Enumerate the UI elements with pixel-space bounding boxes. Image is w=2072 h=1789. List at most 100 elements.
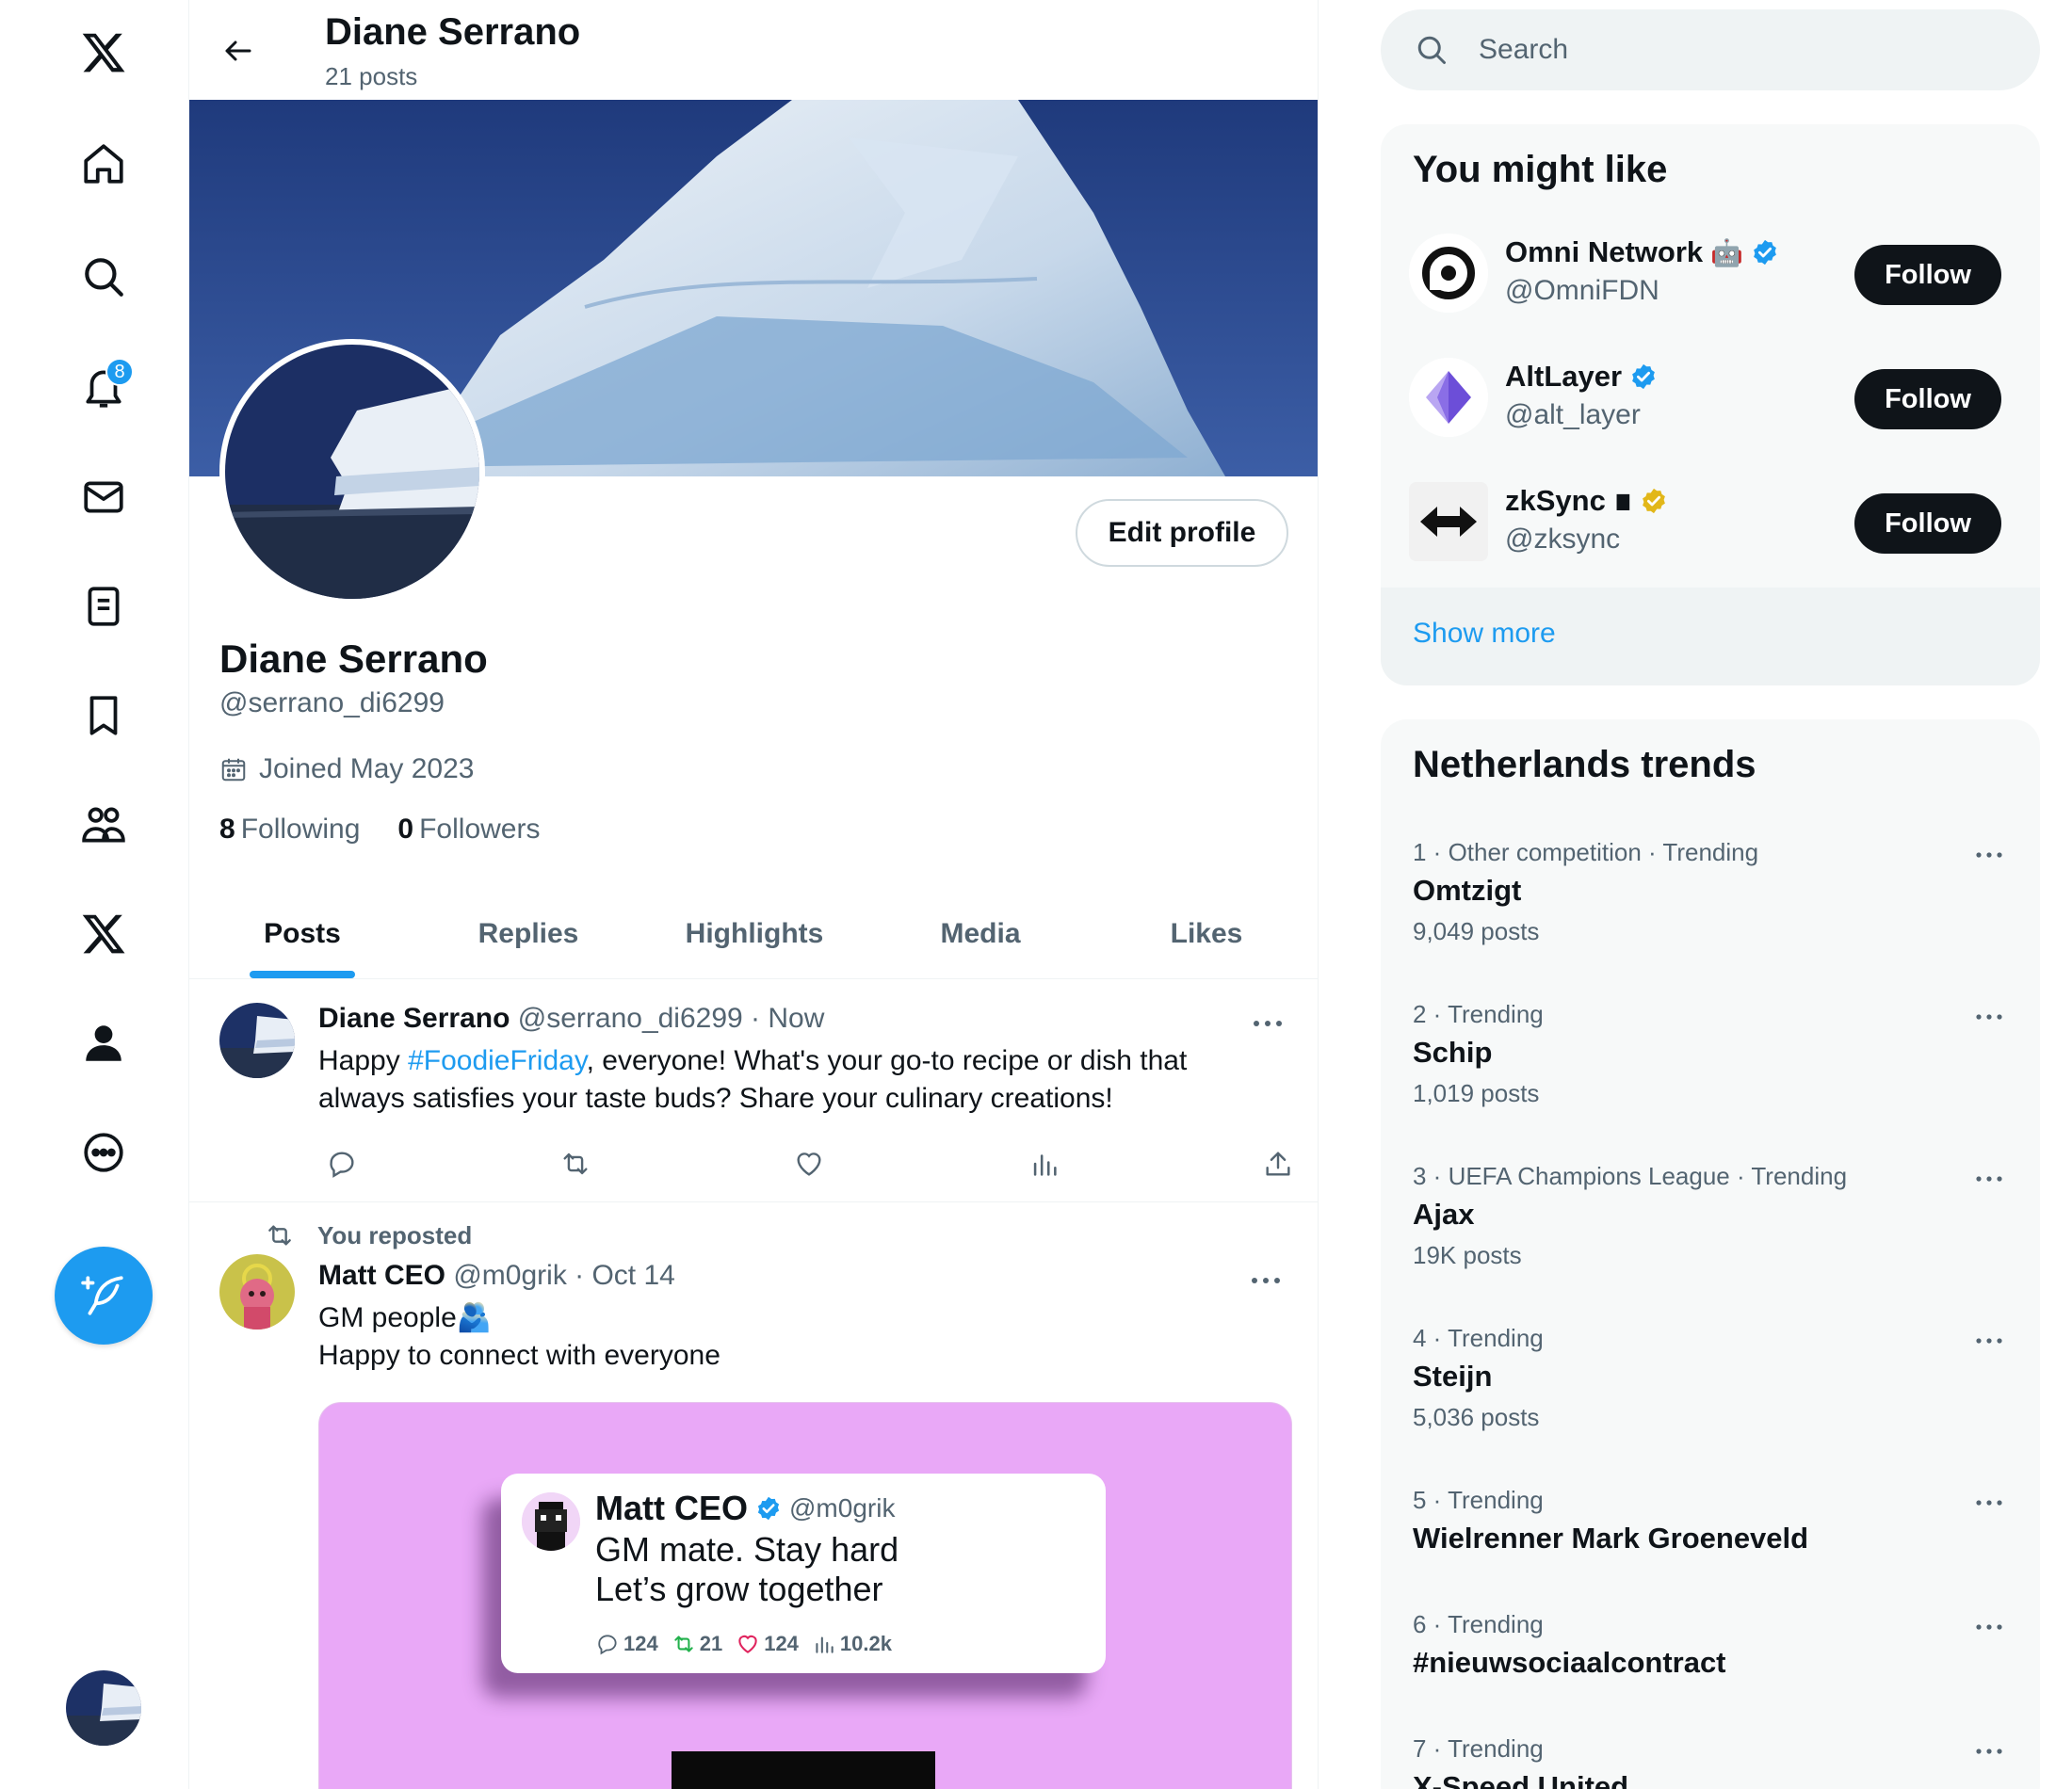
suggestion-avatar[interactable] [1409, 358, 1488, 437]
suggestion-name-text: Omni Network [1505, 235, 1704, 268]
trend-more-icon[interactable] [1968, 1000, 2010, 1034]
suggestion-name-text: zkSync ∎ [1505, 484, 1633, 517]
trend-more-icon[interactable] [1968, 838, 2010, 872]
tab-posts[interactable]: Posts [189, 889, 415, 978]
show-more-row[interactable]: Show more [1381, 588, 2040, 685]
follow-button[interactable]: Follow [1854, 493, 2001, 554]
profile-handle: @serrano_di6299 [219, 687, 445, 718]
more-icon[interactable] [66, 1115, 141, 1190]
trend-meta: 2 · Trending [1413, 1000, 1544, 1028]
post-author-avatar[interactable] [219, 1003, 295, 1078]
views-icon [816, 1636, 834, 1653]
compose-post-button[interactable] [55, 1247, 153, 1345]
trend-item[interactable]: 2 · Trending Schip 1,019 posts [1381, 1000, 2040, 1141]
trend-post-count: 9,049 posts [1413, 917, 1540, 945]
share-icon[interactable] [1255, 1140, 1302, 1187]
post-text-line: GM people🫂 [318, 1302, 493, 1333]
quoted-author-avatar [522, 1492, 580, 1551]
profile-icon[interactable] [66, 1006, 141, 1081]
repost-label: You reposted [317, 1220, 473, 1249]
post-author-name[interactable]: Matt CEO [318, 1260, 445, 1291]
repost-icon[interactable] [552, 1140, 599, 1187]
notifications-badge: 8 [105, 358, 134, 386]
trend-more-icon[interactable] [1968, 1486, 2010, 1520]
trend-item[interactable]: 4 · Trending Steijn 5,036 posts [1381, 1324, 2040, 1465]
search-bar[interactable] [1381, 9, 2040, 90]
post-more-icon[interactable] [1244, 1005, 1291, 1042]
tab-highlights[interactable]: Highlights [641, 889, 867, 978]
tab-likes[interactable]: Likes [1093, 889, 1318, 978]
followers-link[interactable]: 0 Followers [397, 814, 540, 846]
trend-meta: 1 · Other competition · Trending [1413, 838, 1759, 866]
suggestion-name-text: AltLayer [1505, 360, 1623, 393]
verified-org-badge-icon [1643, 488, 1666, 514]
tab-label: Posts [264, 917, 341, 949]
trend-post-count: 19K posts [1413, 1241, 1522, 1269]
quoted-reposts: 21 [699, 1632, 723, 1655]
edit-profile-button[interactable]: Edit profile [1076, 499, 1288, 567]
like-icon[interactable] [785, 1140, 833, 1187]
premium-x-icon[interactable] [66, 896, 141, 972]
tab-replies[interactable]: Replies [415, 889, 641, 978]
follow-stats: 8 Following 0 Followers [219, 814, 540, 846]
reply-icon[interactable] [318, 1140, 365, 1187]
post-text-line: Happy to connect with everyone [318, 1340, 720, 1371]
follow-button[interactable]: Follow [1854, 369, 2001, 429]
lists-icon[interactable] [66, 569, 141, 644]
profile-name: Diane Serrano [219, 637, 488, 681]
home-icon[interactable] [66, 126, 141, 201]
trend-meta: 6 · Trending [1413, 1610, 1544, 1638]
suggestion-name: AltLayer [1505, 360, 1658, 394]
profile-avatar[interactable] [219, 339, 485, 604]
back-arrow-icon[interactable] [208, 21, 268, 81]
views-icon[interactable] [1021, 1140, 1068, 1187]
notifications-icon[interactable]: 8 [66, 350, 141, 426]
quoted-text-line: Let’s grow together [595, 1570, 883, 1608]
suggestion-item[interactable]: zkSync ∎ @zksync Follow [1381, 463, 2040, 586]
trend-meta: 3 · UEFA Champions League · Trending [1413, 1162, 1848, 1190]
trend-item[interactable]: 7 · Trending X-Speed United [1381, 1734, 2040, 1789]
post[interactable]: Diane Serrano @serrano_di6299 · Now Happ… [189, 980, 1318, 1202]
suggestion-handle: @zksync [1505, 524, 1621, 555]
hashtag-link[interactable]: #FoodieFriday [408, 1045, 587, 1076]
trend-more-icon[interactable] [1968, 1162, 2010, 1196]
trend-item[interactable]: 6 · Trending #nieuwsociaalcontract [1381, 1610, 2040, 1714]
suggestion-item[interactable]: AltLayer @alt_layer Follow [1381, 339, 2040, 461]
post-author-name[interactable]: Diane Serrano [318, 1003, 510, 1034]
post-more-icon[interactable] [1242, 1262, 1289, 1299]
trend-item[interactable]: 3 · UEFA Champions League · Trending Aja… [1381, 1162, 2040, 1303]
repost-icon [674, 1636, 693, 1652]
post-text: GM people🫂 Happy to connect with everyon… [318, 1299, 1270, 1375]
post-author-avatar[interactable] [219, 1254, 295, 1330]
trend-item[interactable]: 5 · Trending Wielrenner Mark Groeneveld [1381, 1486, 2040, 1589]
quoted-post-screenshot: Matt CEO @m0grik GM mate. Stay hard Let’… [501, 1474, 1106, 1673]
suggestion-avatar[interactable] [1409, 234, 1488, 313]
trend-post-count: 1,019 posts [1413, 1079, 1540, 1107]
account-avatar[interactable] [66, 1670, 141, 1746]
suggestion-handle: @OmniFDN [1505, 275, 1659, 306]
post-media-image[interactable]: Matt CEO @m0grik GM mate. Stay hard Let’… [318, 1402, 1292, 1789]
tab-media[interactable]: Media [867, 889, 1093, 978]
messages-icon[interactable] [66, 459, 141, 535]
x-logo-icon[interactable] [66, 15, 141, 90]
trend-item[interactable]: 1 · Other competition · Trending Omtzigt… [1381, 838, 2040, 979]
suggestion-avatar[interactable] [1409, 482, 1488, 561]
trend-name: Omtzigt [1413, 874, 1522, 907]
profile-column: Diane Serrano 21 posts Edit profile Dian… [188, 0, 1319, 1789]
bookmarks-icon[interactable] [66, 678, 141, 753]
post-handle-time: @serrano_di6299 · Now [517, 1003, 825, 1034]
following-link[interactable]: 8 Following [219, 814, 360, 846]
show-more-link[interactable]: Show more [1413, 618, 1556, 650]
search-input[interactable] [1479, 22, 2006, 78]
explore-icon[interactable] [66, 239, 141, 314]
trend-more-icon[interactable] [1968, 1324, 2010, 1358]
followers-label: Followers [419, 814, 541, 845]
following-count: 8 [219, 814, 235, 845]
trend-more-icon[interactable] [1968, 1734, 2010, 1768]
trend-more-icon[interactable] [1968, 1610, 2010, 1644]
active-tab-indicator [250, 971, 355, 978]
following-label: Following [240, 814, 361, 845]
follow-button[interactable]: Follow [1854, 245, 2001, 305]
suggestion-item[interactable]: Omni Network 🤖 @OmniFDN Follow [1381, 215, 2040, 337]
communities-icon[interactable] [66, 787, 141, 862]
